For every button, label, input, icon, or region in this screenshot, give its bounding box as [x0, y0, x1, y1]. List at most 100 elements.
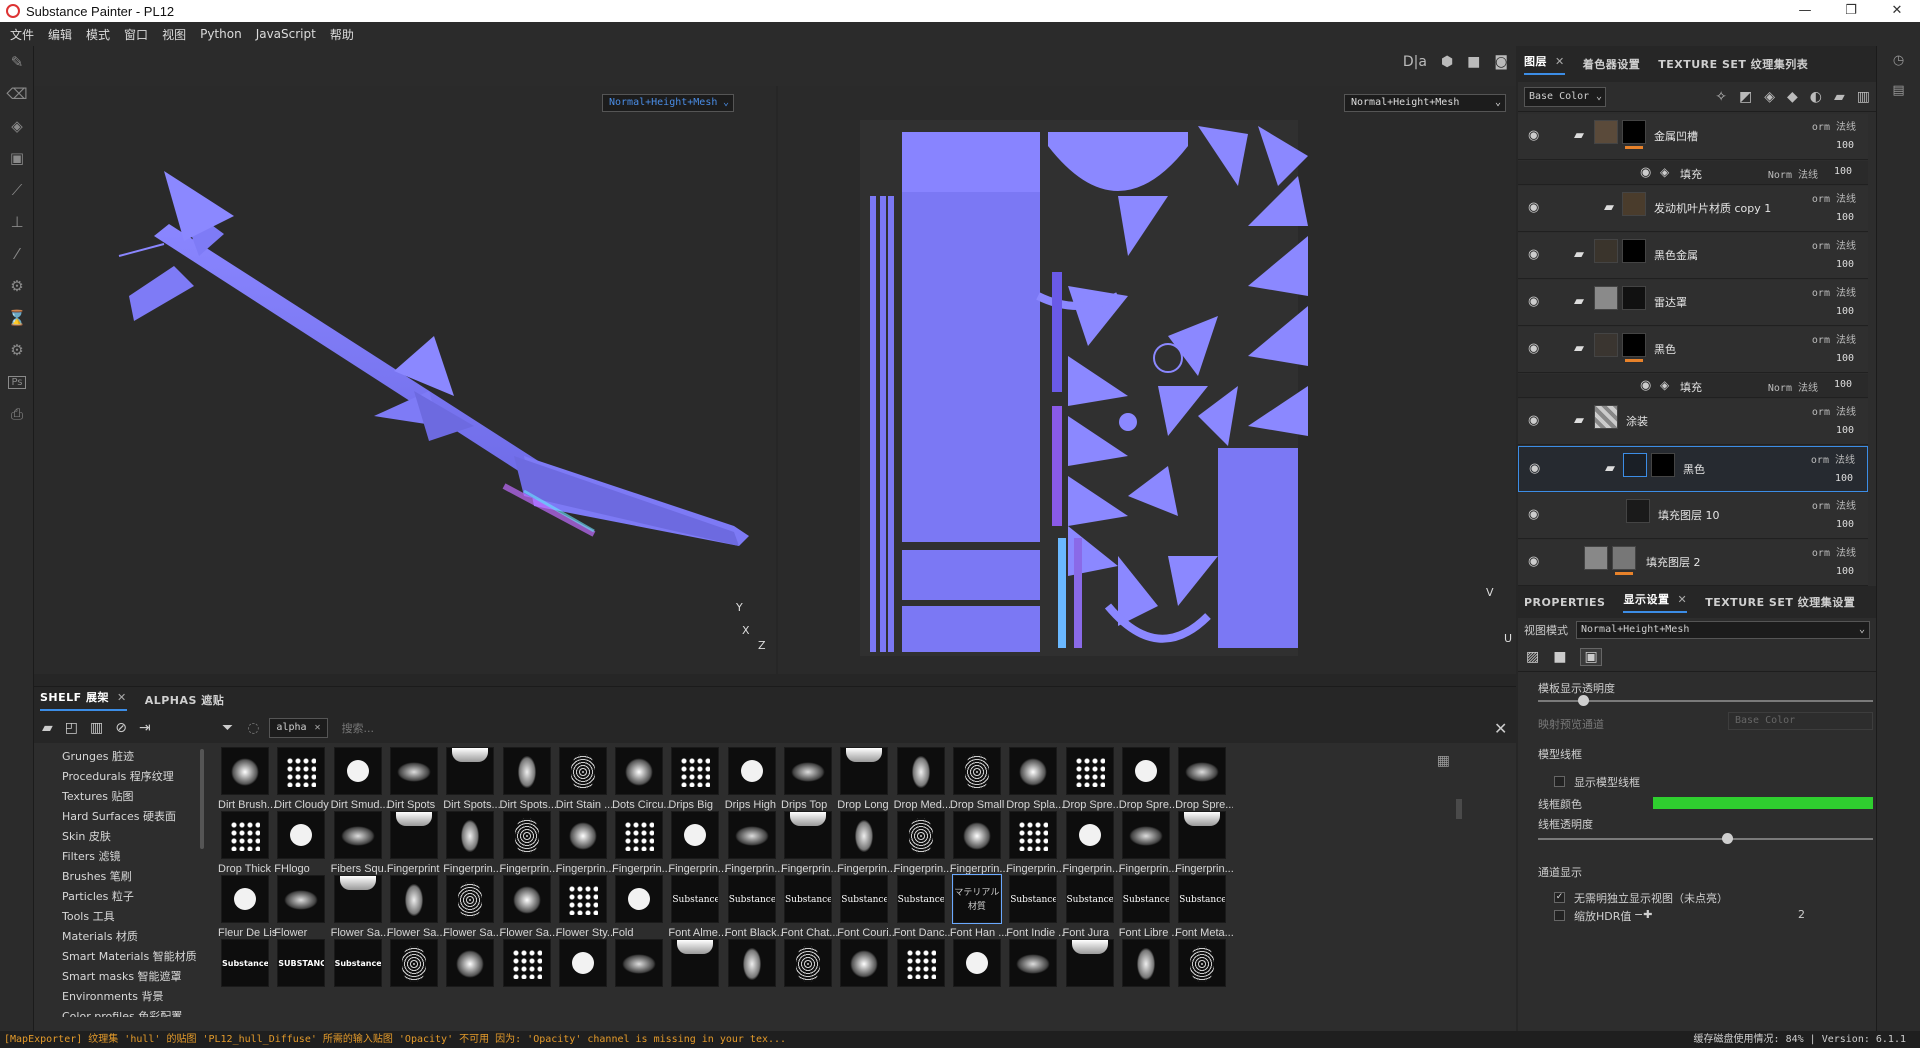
category-item[interactable]: Grunges 脏迹	[34, 747, 206, 767]
blend-mode[interactable]: orm 法线	[1812, 237, 1856, 252]
clone-stamp-icon[interactable]: ⊥	[0, 206, 34, 238]
menu-help[interactable]: 帮助	[330, 26, 354, 43]
layer-item[interactable]: ◉ ▰ 黑色 orm 法线 100	[1518, 327, 1868, 373]
blend-mode[interactable]: orm 法线	[1812, 118, 1856, 133]
template-opacity-slider[interactable]	[1538, 695, 1873, 706]
add-effect-icon[interactable]: ✧	[1715, 89, 1727, 105]
eraser-icon[interactable]: ⌫	[0, 78, 34, 110]
tab-properties[interactable]: PROPERTIES	[1524, 596, 1605, 609]
layer-opacity[interactable]: 100	[1836, 306, 1854, 317]
shelf-item[interactable]	[1175, 939, 1229, 1017]
cube-icon[interactable]: ⬢	[1441, 54, 1453, 70]
visibility-icon[interactable]: ◉	[1528, 507, 1544, 522]
tab-layers[interactable]: 图层 ✕	[1524, 53, 1565, 75]
minimize-button[interactable]: —	[1782, 0, 1828, 22]
layer-opacity[interactable]: 100	[1836, 519, 1854, 530]
visibility-icon[interactable]: ◉	[1640, 378, 1656, 393]
tab-display-settings[interactable]: 显示设置 ✕	[1623, 591, 1688, 613]
material-icon[interactable]: ⚙	[0, 334, 34, 366]
camera-icon[interactable]: ■	[1467, 54, 1480, 70]
category-item[interactable]: Smart masks 智能遮罩	[34, 967, 206, 987]
photoshop-icon[interactable]: Ps	[0, 366, 34, 398]
shelf-item[interactable]	[1063, 939, 1117, 1017]
category-item[interactable]: Filters 滤镜	[34, 847, 206, 867]
viewport-2d[interactable]: Normal+Height+Mesh ⌄ V U	[778, 86, 1516, 674]
hdr-value[interactable]: 2	[1798, 908, 1805, 921]
environment-icon[interactable]: ▨	[1526, 649, 1539, 665]
category-item[interactable]: Color profiles 色彩配置	[34, 1007, 206, 1017]
grid-view-icon[interactable]: ▦	[1437, 753, 1450, 769]
add-paint-layer-icon[interactable]: ◆	[1787, 89, 1798, 105]
layer-item[interactable]: ◉ ▰ 金属凹槽 orm 法线 100	[1518, 114, 1868, 160]
export-icon[interactable]: ⎙	[0, 398, 34, 430]
close-button[interactable]: ✕	[1874, 0, 1920, 22]
layer-opacity[interactable]: 100	[1836, 212, 1854, 223]
filter-chip[interactable]: alpha ✕	[269, 718, 328, 738]
menu-javascript[interactable]: JavaScript	[256, 27, 316, 41]
close-icon[interactable]: ✕	[1677, 593, 1687, 606]
visibility-icon[interactable]: ◉	[1529, 461, 1545, 476]
layer-item[interactable]: ◉ ▰ 黑色金属 orm 法线 100	[1518, 233, 1868, 279]
history-icon[interactable]: ◷	[1877, 46, 1920, 76]
visibility-icon[interactable]: ◉	[1528, 413, 1544, 428]
layer-opacity[interactable]: 100	[1836, 259, 1854, 270]
wire-opacity-slider[interactable]	[1538, 833, 1873, 844]
shelf-item[interactable]	[894, 939, 948, 1017]
shelf-item[interactable]: SUBSTANCE	[274, 939, 328, 1017]
blend-mode[interactable]: orm 法线	[1812, 544, 1856, 559]
smudge-icon[interactable]: ⟋	[0, 174, 34, 206]
paint-brush-icon[interactable]: ✎	[0, 46, 34, 78]
layer-effect-item[interactable]: ◉ ◈ 填充 Norm 法线 100	[1518, 374, 1868, 398]
menu-file[interactable]: 文件	[10, 26, 34, 43]
slider-knob[interactable]	[1578, 695, 1590, 706]
hide-icon[interactable]: ⊘	[115, 720, 127, 736]
layer-item[interactable]: ◉ 填充图层 10 orm 法线 100	[1518, 493, 1868, 539]
slider-knob[interactable]	[1722, 833, 1734, 844]
maximize-button[interactable]: ❐	[1828, 0, 1874, 22]
bake-icon[interactable]: ⌛	[0, 302, 34, 334]
shelf-item[interactable]	[1119, 939, 1173, 1017]
shelf-item[interactable]	[837, 939, 891, 1017]
effect-opacity[interactable]: 100	[1834, 379, 1852, 390]
show-wireframe-checkbox[interactable]	[1554, 776, 1565, 787]
shelf-item[interactable]	[781, 939, 835, 1017]
search-input[interactable]: 搜索...	[342, 720, 1494, 736]
layer-opacity[interactable]: 100	[1836, 425, 1854, 436]
shelf-item[interactable]	[668, 939, 722, 1017]
shelf-item[interactable]	[443, 939, 497, 1017]
visibility-icon[interactable]: ◉	[1528, 294, 1544, 309]
visibility-icon[interactable]: ◉	[1528, 554, 1544, 569]
layer-item-selected[interactable]: ◉ ▰ 黑色 orm 法线 100	[1518, 446, 1868, 492]
blend-mode[interactable]: orm 法线	[1812, 284, 1856, 299]
tab-shader-settings[interactable]: 着色器设置	[1583, 56, 1641, 72]
blend-mode[interactable]: Norm 法线	[1768, 166, 1818, 181]
view-mode-select[interactable]: Normal+Height+Mesh ⌄	[1576, 621, 1870, 639]
add-folder-icon[interactable]: ▰	[1834, 89, 1845, 105]
hdr-checkbox[interactable]	[1554, 910, 1565, 921]
delete-layer-icon[interactable]: ▥	[1857, 89, 1870, 105]
layer-opacity[interactable]: 100	[1836, 566, 1854, 577]
color-picker-icon[interactable]: ⁄	[0, 238, 34, 270]
layer-item[interactable]: ◉ ▰ 雷达罩 orm 法线 100	[1518, 280, 1868, 326]
blend-mode[interactable]: orm 法线	[1812, 331, 1856, 346]
tab-shelf[interactable]: SHELF 展架 ✕	[40, 689, 127, 711]
refresh-icon[interactable]: ◌	[247, 720, 259, 736]
filter-icon[interactable]: ⏷	[222, 720, 233, 736]
shelf-item[interactable]	[1006, 939, 1060, 1017]
shelf-item[interactable]: Substance	[331, 939, 385, 1017]
grid-scrollbar[interactable]	[1456, 799, 1462, 819]
new-resource-icon[interactable]: ◰	[65, 720, 78, 736]
category-item[interactable]: Hard Surfaces 硬表面	[34, 807, 206, 827]
blend-mode[interactable]: orm 法线	[1812, 497, 1856, 512]
layer-item[interactable]: ◉ 填充图层 2 orm 法线 100	[1518, 540, 1868, 586]
categories-scrollbar[interactable]	[200, 749, 204, 849]
clear-filter-icon[interactable]: ✕	[315, 722, 321, 733]
tab-texture-set-list[interactable]: TEXTURE SET 纹理集列表	[1658, 56, 1808, 72]
menu-python[interactable]: Python	[200, 27, 242, 41]
add-mask-icon[interactable]: ◩	[1739, 89, 1752, 105]
category-item[interactable]: Brushes 笔刷	[34, 867, 206, 887]
shelf-item[interactable]	[725, 939, 779, 1017]
projection-icon[interactable]: ◈	[0, 110, 34, 142]
camera-settings-icon[interactable]: ■	[1553, 649, 1566, 665]
visibility-icon[interactable]: ◉	[1528, 341, 1544, 356]
